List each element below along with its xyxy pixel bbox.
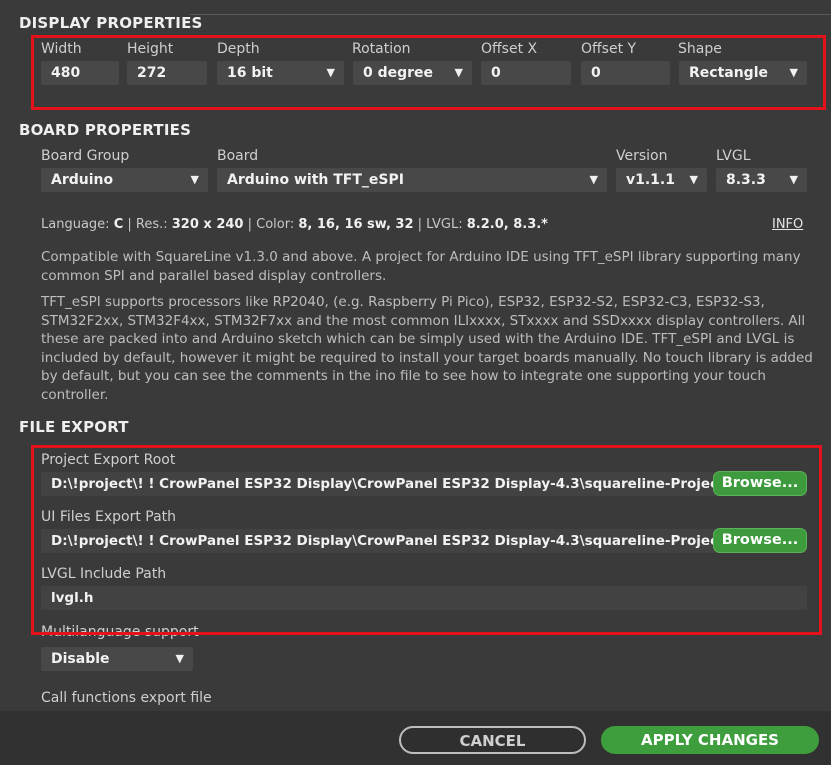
multilanguage-value: Disable [51, 651, 110, 667]
export-highlight-box [31, 445, 822, 635]
board-details: TFT_eSPI supports processors like RP2040… [41, 293, 821, 404]
board-value: Arduino with TFT_eSPI [227, 172, 404, 188]
file-export-title: FILE EXPORT [19, 418, 129, 436]
chevron-down-icon: ▼ [789, 173, 798, 186]
title-divider [190, 14, 831, 15]
multilanguage-select[interactable]: Disable ▼ [41, 647, 193, 671]
version-value: v1.1.1 [626, 172, 675, 188]
info-link[interactable]: INFO [772, 217, 803, 232]
chevron-down-icon: ▼ [689, 173, 698, 186]
resolution-value: 320 x 240 [171, 217, 244, 232]
version-select[interactable]: v1.1.1 ▼ [616, 168, 707, 192]
apply-changes-button[interactable]: APPLY CHANGES [601, 726, 819, 754]
description-line: Compatible with SquareLine v1.3.0 and ab… [41, 249, 801, 265]
board-label: Board [217, 148, 259, 164]
lvgl-select[interactable]: 8.3.3 ▼ [716, 168, 807, 192]
version-label: Version [616, 148, 668, 164]
call-functions-label: Call functions export file [41, 690, 212, 706]
details-line: these are packed into and Arduino sketch… [41, 331, 795, 347]
description-line: common SPI and parallel based display co… [41, 267, 387, 284]
board-properties-title: BOARD PROPERTIES [19, 121, 192, 139]
language-label: Language: [41, 217, 110, 232]
display-properties-title: DISPLAY PROPERTIES [19, 14, 203, 32]
details-line: included by default, however it might be… [41, 349, 813, 366]
lvgl-versions-label: | LVGL: [417, 217, 463, 232]
language-value: C [113, 217, 124, 232]
cancel-button[interactable]: CANCEL [399, 726, 586, 754]
resolution-label: | Res.: [127, 217, 168, 232]
board-info-line: Language: C | Res.: 320 x 240 | Color: 8… [41, 217, 548, 232]
color-label: | Color: [247, 217, 295, 232]
details-line: STM32F2xx, STM32F4xx, STM32F7xx and the … [41, 312, 806, 329]
board-group-label: Board Group [41, 148, 130, 164]
chevron-down-icon: ▼ [175, 652, 184, 665]
board-description: Compatible with SquareLine v1.3.0 and ab… [41, 248, 821, 285]
lvgl-versions-value: 8.2.0, 8.3.* [466, 217, 548, 232]
lvgl-value: 8.3.3 [726, 172, 766, 188]
chevron-down-icon: ▼ [190, 173, 199, 186]
board-group-select[interactable]: Arduino ▼ [41, 168, 208, 192]
display-highlight-box [31, 35, 826, 110]
board-group-value: Arduino [51, 172, 114, 188]
details-line: TFT_eSPI supports processors like RP2040… [41, 294, 765, 310]
details-line: by default, but you can see the comments… [41, 368, 766, 403]
lvgl-label: LVGL [716, 148, 751, 164]
color-value: 8, 16, 16 sw, 32 [298, 217, 414, 232]
board-select[interactable]: Arduino with TFT_eSPI ▼ [217, 168, 607, 192]
chevron-down-icon: ▼ [589, 173, 598, 186]
